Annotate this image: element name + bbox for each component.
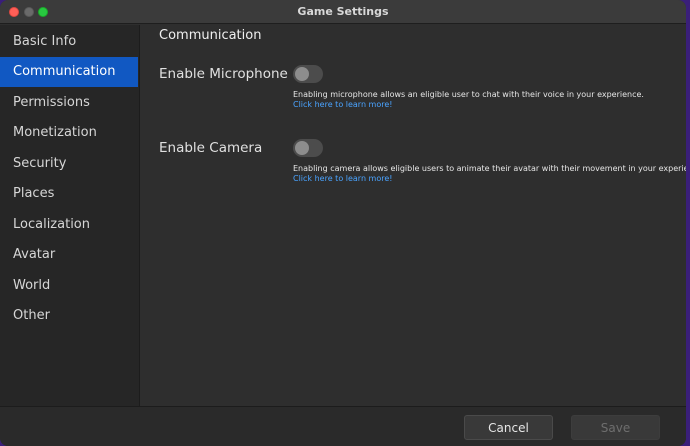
camera-learn-more-link[interactable]: Click here to learn more! [293, 174, 393, 183]
title-bar[interactable]: Game Settings [0, 0, 686, 24]
microphone-setting-label: Enable Microphone [159, 66, 288, 82]
camera-setting-label: Enable Camera [159, 140, 262, 156]
toggle-knob [295, 141, 309, 155]
camera-description: Enabling camera allows eligible users to… [293, 164, 686, 173]
sidebar-item-monetization[interactable]: Monetization [0, 118, 138, 148]
sidebar-item-communication[interactable]: Communication [0, 57, 138, 87]
sidebar-item-avatar[interactable]: Avatar [0, 240, 138, 270]
camera-toggle[interactable] [293, 139, 323, 157]
background-edge [686, 0, 690, 446]
sidebar-item-permissions[interactable]: Permissions [0, 88, 138, 118]
dialog-footer: Cancel Save [0, 406, 686, 446]
sidebar-item-localization[interactable]: Localization [0, 210, 138, 240]
settings-sidebar: Basic Info Communication Permissions Mon… [0, 25, 140, 406]
microphone-toggle[interactable] [293, 65, 323, 83]
cancel-button[interactable]: Cancel [464, 415, 553, 440]
sidebar-item-world[interactable]: World [0, 271, 138, 301]
window-title: Game Settings [0, 5, 686, 18]
section-heading: Communication [159, 28, 261, 43]
save-button[interactable]: Save [571, 415, 660, 440]
toggle-knob [295, 67, 309, 81]
sidebar-item-basic-info[interactable]: Basic Info [0, 27, 138, 57]
sidebar-item-places[interactable]: Places [0, 179, 138, 209]
microphone-learn-more-link[interactable]: Click here to learn more! [293, 100, 393, 109]
settings-content: Communication Enable Microphone Enabling… [141, 25, 686, 406]
microphone-description: Enabling microphone allows an eligible u… [293, 90, 644, 99]
sidebar-item-other[interactable]: Other [0, 301, 138, 331]
sidebar-item-security[interactable]: Security [0, 149, 138, 179]
game-settings-window: Game Settings Basic Info Communication P… [0, 0, 686, 446]
